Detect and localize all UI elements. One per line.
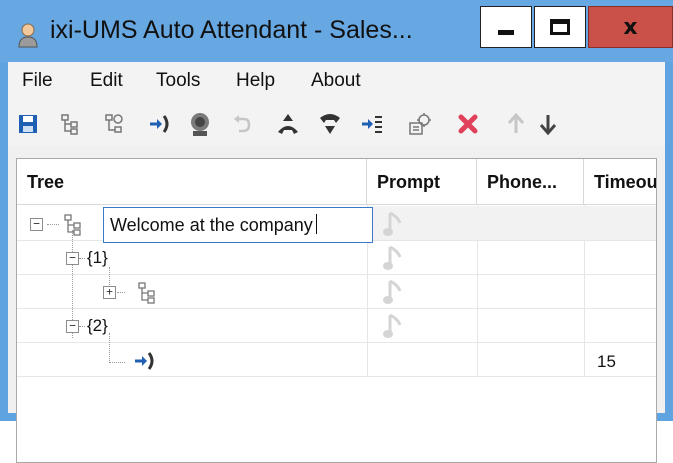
undo-icon[interactable] bbox=[228, 110, 256, 138]
tree-connector bbox=[109, 362, 125, 363]
close-icon: x bbox=[623, 14, 638, 40]
tree-icon[interactable] bbox=[56, 110, 84, 138]
move-down-icon[interactable] bbox=[534, 110, 562, 138]
menu-edit[interactable]: Edit bbox=[90, 70, 123, 92]
row-divider bbox=[17, 274, 656, 275]
tree-connector bbox=[117, 292, 125, 293]
app-window: ixi-UMS Auto Attendant - Sales... x File… bbox=[0, 0, 673, 463]
speaker-icon[interactable] bbox=[186, 110, 214, 138]
maximize-button[interactable] bbox=[534, 6, 586, 48]
menu-bar: File Edit Tools Help About bbox=[8, 62, 665, 98]
row-highlight bbox=[368, 206, 656, 240]
prompt-note-icon[interactable] bbox=[382, 209, 404, 239]
prompt-note-icon[interactable] bbox=[382, 243, 404, 273]
timeout-value[interactable]: 15 bbox=[597, 352, 616, 372]
tree-connector bbox=[109, 333, 110, 363]
window-title: ixi-UMS Auto Attendant - Sales... bbox=[50, 16, 413, 44]
node-name-value: Welcome at the company bbox=[110, 215, 313, 235]
tree-node-icon bbox=[63, 214, 83, 241]
column-header-tree[interactable]: Tree bbox=[17, 159, 367, 205]
hangup-icon[interactable] bbox=[316, 110, 344, 138]
collapse-toggle[interactable]: − bbox=[30, 218, 43, 231]
toolbar bbox=[8, 98, 665, 146]
maximize-icon bbox=[550, 19, 570, 35]
expand-toggle[interactable]: + bbox=[103, 286, 116, 299]
branch-label[interactable]: {1} bbox=[87, 248, 108, 268]
menu-about[interactable]: About bbox=[311, 70, 361, 92]
minimize-icon bbox=[498, 29, 514, 35]
menu-file[interactable]: File bbox=[22, 70, 53, 92]
menu-help[interactable]: Help bbox=[236, 70, 275, 92]
delete-icon[interactable] bbox=[454, 110, 482, 138]
pickup-icon[interactable] bbox=[274, 110, 302, 138]
collapse-toggle[interactable]: − bbox=[66, 252, 79, 265]
row-divider bbox=[17, 342, 656, 343]
transfer-icon[interactable] bbox=[146, 110, 174, 138]
subtree-node-icon[interactable] bbox=[137, 282, 157, 309]
row-divider bbox=[17, 376, 656, 377]
properties-icon[interactable] bbox=[406, 110, 434, 138]
node-name-input[interactable]: Welcome at the company bbox=[103, 207, 373, 243]
text-caret bbox=[315, 214, 317, 234]
transfer-node-icon[interactable] bbox=[133, 350, 157, 377]
tree-connector bbox=[79, 258, 85, 259]
close-button[interactable]: x bbox=[588, 6, 673, 48]
minimize-button[interactable] bbox=[480, 6, 532, 48]
column-header-phone[interactable]: Phone... bbox=[477, 159, 584, 205]
tree-settings-icon[interactable] bbox=[100, 110, 128, 138]
queue-icon[interactable] bbox=[358, 110, 386, 138]
tree-grid[interactable]: Tree Prompt Phone... Timeou − Welcome at… bbox=[16, 158, 657, 463]
title-bar[interactable]: ixi-UMS Auto Attendant - Sales... x bbox=[0, 0, 673, 62]
branch-label[interactable]: {2} bbox=[87, 316, 108, 336]
tree-connector bbox=[79, 326, 85, 327]
save-icon[interactable] bbox=[14, 110, 42, 138]
menu-tools[interactable]: Tools bbox=[156, 70, 200, 92]
row-divider bbox=[17, 308, 656, 309]
column-header-prompt[interactable]: Prompt bbox=[367, 159, 477, 205]
app-user-icon bbox=[16, 22, 40, 48]
tree-connector bbox=[47, 224, 59, 225]
collapse-toggle[interactable]: − bbox=[66, 320, 79, 333]
prompt-note-icon[interactable] bbox=[382, 311, 404, 341]
move-up-icon[interactable] bbox=[502, 110, 530, 138]
column-header-timeout[interactable]: Timeou bbox=[584, 159, 656, 205]
prompt-note-icon[interactable] bbox=[382, 277, 404, 307]
